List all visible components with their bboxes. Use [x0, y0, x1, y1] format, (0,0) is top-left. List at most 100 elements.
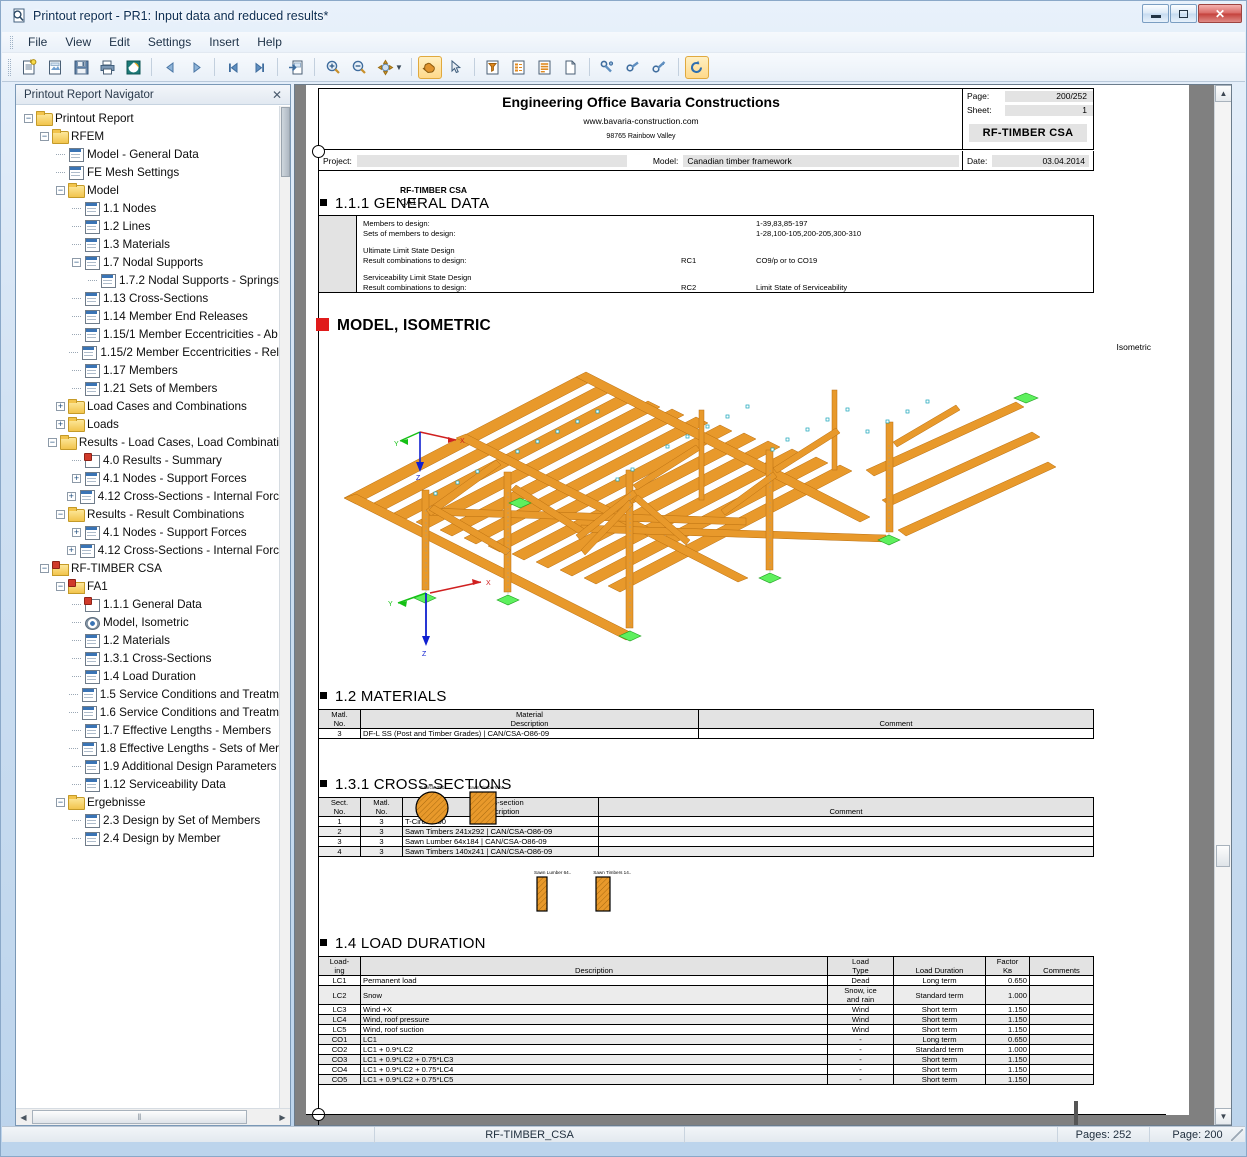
tree-item[interactable]: 1.2 Lines — [16, 217, 279, 235]
select-arrow-icon[interactable] — [444, 56, 468, 79]
tree-item[interactable]: 1.2 Materials — [16, 631, 279, 649]
maximize-button[interactable] — [1170, 4, 1197, 23]
report-tree[interactable]: − Printout Report − RFEM Model - General Dat… — [16, 106, 279, 1108]
minimize-button[interactable] — [1142, 4, 1169, 23]
document-vscroll-thumb[interactable] — [1216, 845, 1230, 867]
navigator-vscroll-thumb[interactable] — [281, 107, 290, 177]
pan-mode-icon[interactable] — [373, 56, 397, 79]
tree-item[interactable]: − FA1 — [16, 577, 279, 595]
print-icon[interactable] — [95, 56, 119, 79]
export-page-icon[interactable] — [284, 56, 308, 79]
tree-item[interactable]: 1.13 Cross-Sections — [16, 289, 279, 307]
tree-item[interactable]: − RF-TIMBER CSA — [16, 559, 279, 577]
page-content-icon[interactable] — [533, 56, 557, 79]
tree-item[interactable]: FE Mesh Settings — [16, 163, 279, 181]
first-page-icon[interactable] — [221, 56, 245, 79]
tree-item[interactable]: 1.4 Load Duration — [16, 667, 279, 685]
tree-item[interactable]: + Load Cases and Combinations — [16, 397, 279, 415]
tree-item[interactable]: 1.15/1 Member Eccentricities - Ab — [16, 325, 279, 343]
collapse-toggle-icon[interactable]: − — [47, 437, 57, 447]
document-vertical-scrollbar[interactable]: ▲ ▼ — [1214, 85, 1231, 1125]
tree-item[interactable]: 1.5 Service Conditions and Treatm — [16, 685, 279, 703]
expand-toggle-icon[interactable]: + — [56, 401, 65, 411]
expand-toggle-icon[interactable]: + — [56, 419, 65, 429]
tree-item[interactable]: +4.12 Cross-Sections - Internal Forc — [16, 541, 279, 559]
menu-item-insert[interactable]: Insert — [200, 33, 248, 51]
zoom-out-icon[interactable] — [347, 56, 371, 79]
expand-toggle-icon[interactable]: + — [66, 545, 76, 555]
tree-item[interactable]: Model - General Data — [16, 145, 279, 163]
blank-page-icon[interactable] — [559, 56, 583, 79]
tree-item[interactable]: 1.7.2 Nodal Supports - Springs — [16, 271, 279, 289]
tree-item[interactable]: 1.1 Nodes — [16, 199, 279, 217]
collapse-toggle-icon[interactable]: − — [56, 185, 65, 195]
navigator-horizontal-scrollbar[interactable]: ◀ ‖ ▶ — [16, 1108, 290, 1125]
tree-item[interactable]: 1.21 Sets of Members — [16, 379, 279, 397]
tree-item[interactable]: 1.3.1 Cross-Sections — [16, 649, 279, 667]
previous-page-icon[interactable] — [158, 56, 182, 79]
hscroll-right-arrow-icon[interactable]: ▶ — [275, 1110, 290, 1125]
menu-item-view[interactable]: View — [56, 33, 100, 51]
new-report-icon[interactable] — [17, 56, 41, 79]
tree-item[interactable]: 4.0 Results - Summary — [16, 451, 279, 469]
tree-item[interactable]: 1.8 Effective Lengths - Sets of Mer — [16, 739, 279, 757]
close-button[interactable]: ✕ — [1198, 4, 1242, 23]
tree-item[interactable]: 1.1.1 General Data — [16, 595, 279, 613]
close-icon[interactable]: ✕ — [269, 88, 285, 102]
save-report-icon[interactable] — [69, 56, 93, 79]
collapse-toggle-icon[interactable]: − — [72, 257, 81, 267]
tree-item[interactable]: +4.12 Cross-Sections - Internal Forc — [16, 487, 279, 505]
collapse-toggle-icon[interactable]: − — [56, 581, 65, 591]
tree-item[interactable]: − Results - Load Cases, Load Combinati — [16, 433, 279, 451]
pan-mode-dropdown-caret-icon[interactable]: ▼ — [395, 63, 403, 72]
tree-item[interactable]: − Model — [16, 181, 279, 199]
last-page-icon[interactable] — [247, 56, 271, 79]
expand-toggle-icon[interactable]: + — [72, 527, 81, 537]
tree-item[interactable]: 1.12 Serviceability Data — [16, 775, 279, 793]
menu-item-file[interactable]: File — [19, 33, 56, 51]
tree-item[interactable]: 1.3 Materials — [16, 235, 279, 253]
document-view[interactable]: Engineering Office Bavaria Constructions… — [294, 84, 1232, 1126]
resize-grip[interactable] — [1231, 1129, 1243, 1141]
tree-item[interactable]: − Printout Report — [16, 109, 279, 127]
navigator-vertical-scrollbar[interactable] — [279, 106, 290, 1108]
collapse-toggle-icon[interactable]: − — [56, 509, 65, 519]
menu-item-help[interactable]: Help — [248, 33, 291, 51]
tree-item[interactable]: +4.1 Nodes - Support Forces — [16, 469, 279, 487]
scroll-down-arrow-icon[interactable]: ▼ — [1215, 1108, 1231, 1125]
refresh-report-icon[interactable] — [684, 55, 709, 79]
tree-item[interactable]: − RFEM — [16, 127, 279, 145]
scroll-up-arrow-icon[interactable]: ▲ — [1215, 85, 1231, 102]
link-partial-icon[interactable] — [622, 56, 646, 79]
filter-selection-icon[interactable] — [481, 56, 505, 79]
tree-item[interactable]: 2.4 Design by Member — [16, 829, 279, 847]
menu-item-settings[interactable]: Settings — [139, 33, 200, 51]
collapse-toggle-icon[interactable]: − — [40, 563, 49, 573]
navigator-hscroll-thumb[interactable]: ‖ — [32, 1110, 247, 1124]
collapse-toggle-icon[interactable]: − — [24, 113, 33, 123]
tree-item[interactable]: − Ergebnisse — [16, 793, 279, 811]
tree-item[interactable]: 1.7 Effective Lengths - Members — [16, 721, 279, 739]
tree-item[interactable]: 1.6 Service Conditions and Treatm — [16, 703, 279, 721]
tree-item[interactable]: Model, Isometric — [16, 613, 279, 631]
lock-icon[interactable] — [648, 56, 672, 79]
tree-item[interactable]: 1.17 Members — [16, 361, 279, 379]
collapse-toggle-icon[interactable]: − — [40, 131, 49, 141]
tree-item[interactable]: 1.15/2 Member Eccentricities - Rel — [16, 343, 279, 361]
tree-item[interactable]: − 1.7 Nodal Supports — [16, 253, 279, 271]
expand-toggle-icon[interactable]: + — [72, 473, 81, 483]
hscroll-left-arrow-icon[interactable]: ◀ — [16, 1110, 31, 1125]
tree-item[interactable]: 2.3 Design by Set of Members — [16, 811, 279, 829]
tree-item[interactable]: + Loads — [16, 415, 279, 433]
expand-toggle-icon[interactable]: + — [66, 491, 76, 501]
tree-item[interactable]: − Results - Result Combinations — [16, 505, 279, 523]
menu-item-edit[interactable]: Edit — [100, 33, 139, 51]
tree-item[interactable]: +4.1 Nodes - Support Forces — [16, 523, 279, 541]
toolbar-grip[interactable] — [8, 58, 11, 76]
collapse-toggle-icon[interactable]: − — [56, 797, 65, 807]
next-page-icon[interactable] — [184, 56, 208, 79]
zoom-in-icon[interactable] — [321, 56, 345, 79]
page-layout-icon[interactable] — [507, 56, 531, 79]
tree-item[interactable]: 1.14 Member End Releases — [16, 307, 279, 325]
hand-tool-icon[interactable] — [417, 55, 442, 79]
